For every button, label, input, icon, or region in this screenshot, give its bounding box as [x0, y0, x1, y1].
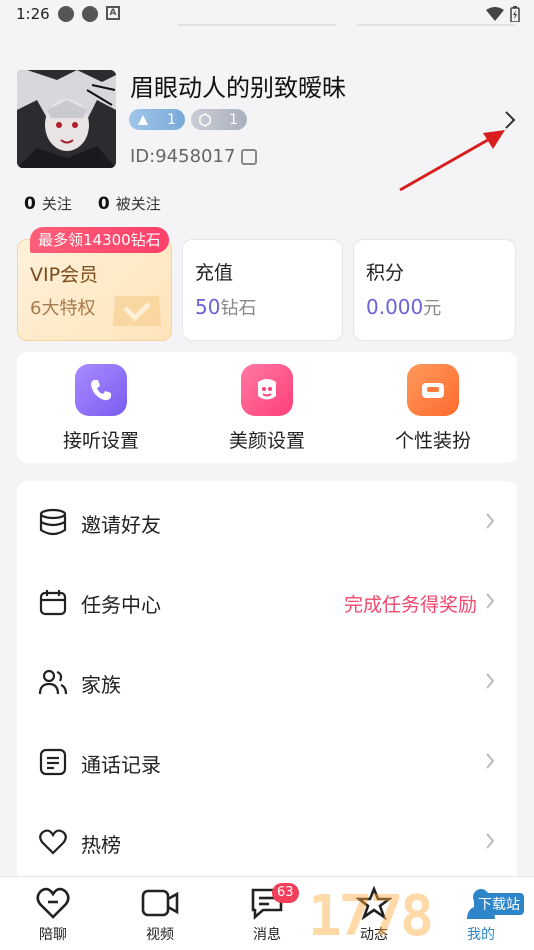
points-unit: 元 — [423, 298, 442, 319]
menu-item-label: 通话记录 — [81, 753, 161, 777]
followers-label: 被关注 — [115, 195, 161, 213]
recharge-balance: 50钻石 — [195, 294, 256, 320]
recharge-title: 充值 — [195, 262, 234, 284]
menu-item-family[interactable]: 家族 — [17, 652, 517, 712]
wifi-icon — [486, 7, 504, 21]
badge-value: 1 — [229, 111, 238, 128]
beauty-icon — [241, 364, 293, 416]
bottom-navigation: 陪聊 视频 消息 63 动态 我的 — [0, 876, 534, 950]
following-stat[interactable]: 0 关注 — [24, 193, 72, 214]
vip-card[interactable]: VIP会员 6大特权 — [17, 239, 172, 341]
sofa-icon — [407, 364, 459, 416]
follow-stats: 0 关注 0 被关注 — [24, 193, 161, 214]
quick-actions: 接听设置 美颜设置 个性装扮 — [17, 352, 517, 463]
vip-title: VIP会员 — [30, 264, 99, 286]
chevron-right-icon — [486, 833, 495, 849]
personal-dressup-button[interactable]: 个性装扮 — [373, 364, 493, 453]
users-icon — [38, 669, 68, 695]
vip-promo-tag: 最多领14300钻石 — [30, 227, 169, 253]
vip-subtitle: 6大特权 — [30, 298, 96, 319]
menu-item-label: 热榜 — [81, 833, 121, 857]
badge-value: 1 — [167, 111, 176, 128]
chevron-right-icon — [486, 593, 495, 609]
status-system-icons — [486, 6, 520, 22]
recharge-card[interactable]: 充值 50钻石 — [182, 239, 343, 341]
tab-label: 消息 — [253, 927, 281, 943]
video-icon — [125, 885, 195, 921]
settings-menu: 邀请好友 任务中心 完成任务得奖励 家族 通话记录 热榜 — [17, 481, 517, 881]
wealth-level-badge: 1 — [129, 109, 185, 130]
app-notification-icon — [82, 6, 98, 22]
menu-item-label: 任务中心 — [81, 593, 161, 617]
menu-item-label: 邀请好友 — [81, 513, 161, 537]
diamond-count: 50 — [195, 295, 221, 319]
database-icon — [39, 508, 67, 536]
avatar[interactable] — [17, 70, 116, 168]
menu-item-task-center[interactable]: 任务中心 完成任务得奖励 — [17, 572, 517, 632]
tab-chat[interactable]: 陪聊 — [18, 885, 88, 944]
beauty-settings-button[interactable]: 美颜设置 — [207, 364, 327, 453]
vip-crown-icon — [113, 296, 161, 326]
heart-chat-icon — [18, 885, 88, 921]
charm-level-badge: 1 — [191, 109, 247, 130]
user-id-text: ID:9458017 — [130, 146, 236, 167]
chevron-right-icon — [486, 673, 495, 689]
tab-label: 视频 — [146, 927, 174, 943]
tab-messages[interactable]: 消息 63 — [232, 883, 302, 944]
calendar-icon — [39, 590, 67, 616]
quick-action-label: 美颜设置 — [228, 430, 305, 452]
battery-icon — [510, 6, 520, 22]
chevron-right-icon — [486, 513, 495, 529]
chevron-right-icon — [486, 753, 495, 769]
menu-item-call-history[interactable]: 通话记录 — [17, 732, 517, 792]
status-divider — [357, 24, 515, 26]
tab-video[interactable]: 视频 — [125, 885, 195, 944]
menu-item-hot-list[interactable]: 热榜 — [17, 812, 517, 872]
points-value: 0.000 — [366, 295, 424, 319]
points-balance: 0.000元 — [366, 294, 441, 320]
followers-count: 0 — [97, 194, 110, 214]
triangle-icon — [138, 114, 148, 125]
quick-action-label: 接听设置 — [62, 430, 139, 452]
following-label: 关注 — [41, 195, 72, 213]
document-icon — [39, 748, 67, 776]
quick-action-label: 个性装扮 — [394, 430, 471, 452]
heart-icon — [39, 829, 67, 855]
tab-label: 陪聊 — [39, 927, 67, 943]
status-divider — [178, 24, 336, 26]
copy-icon[interactable] — [241, 148, 258, 165]
diamond-unit: 钻石 — [220, 298, 257, 319]
following-count: 0 — [24, 194, 36, 214]
avatar-image — [17, 70, 116, 168]
followers-stat[interactable]: 0 被关注 — [98, 193, 161, 214]
tab-label: 我的 — [467, 927, 495, 943]
menu-item-invite-friends[interactable]: 邀请好友 — [17, 492, 517, 552]
phone-icon — [75, 364, 127, 416]
a-notification-icon: A — [106, 6, 120, 20]
menu-item-label: 家族 — [81, 673, 121, 697]
task-reward-hint: 完成任务得奖励 — [343, 594, 477, 616]
nickname: 眉眼动人的别致暧昧 — [130, 74, 346, 102]
hexagon-icon — [199, 112, 211, 127]
points-card[interactable]: 积分 0.000元 — [353, 239, 516, 341]
answer-settings-button[interactable]: 接听设置 — [41, 364, 161, 453]
points-title: 积分 — [366, 262, 405, 284]
status-notification-icons: A — [58, 6, 120, 22]
unread-message-badge: 63 — [272, 883, 299, 903]
site-watermark: 1778 — [308, 884, 434, 949]
user-id: ID:9458017 — [130, 146, 258, 167]
status-time: 1:26 — [16, 5, 50, 23]
level-badges: 1 1 — [129, 109, 247, 130]
app-notification-icon — [58, 6, 74, 22]
annotation-arrow — [399, 130, 505, 192]
site-watermark-badge: 下载站 — [474, 893, 524, 915]
